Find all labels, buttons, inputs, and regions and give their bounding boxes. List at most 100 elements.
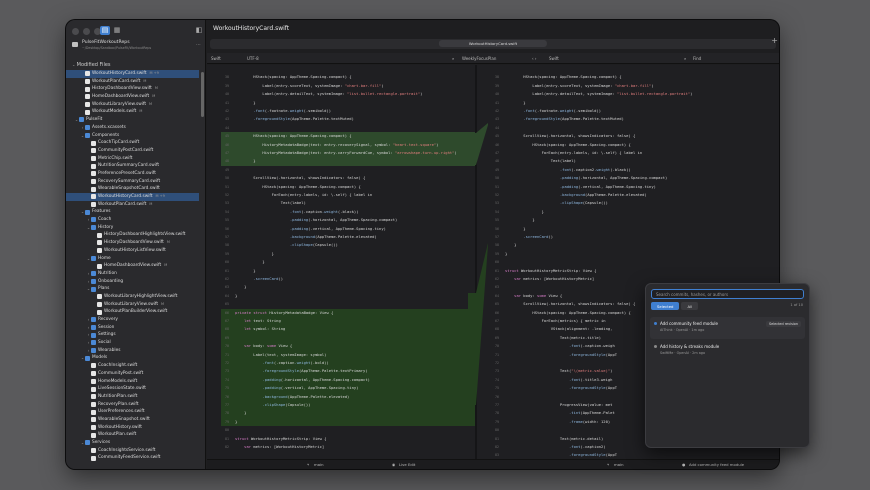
tree-file[interactable]: MetricChip.swift bbox=[66, 155, 199, 163]
tree-file[interactable]: HomeDashboardView.swift M bbox=[66, 93, 199, 101]
code-line[interactable]: 54 .font(.caption.weight(.black)) bbox=[207, 208, 475, 216]
tree-file[interactable]: HistoryDashboardView.swift M bbox=[66, 239, 199, 247]
code-line[interactable]: 57 .background(AppTheme.Palette.elevated… bbox=[207, 233, 475, 241]
tree-file[interactable]: WorkoutModels.swift M bbox=[66, 108, 199, 116]
code-line[interactable]: 52 ForEach(entry.labels, id: \.self) { l… bbox=[207, 191, 475, 199]
tree-file[interactable]: LiveSessionState.swift bbox=[66, 385, 199, 393]
code-line[interactable]: 50 ScrollView(.horizontal, showsIndicato… bbox=[207, 174, 475, 182]
tree-file[interactable]: CommunityFeedService.swift bbox=[66, 454, 199, 462]
code-line[interactable]: 67 let text: String bbox=[207, 317, 475, 325]
code-line[interactable]: 44 bbox=[207, 124, 475, 132]
tree-file[interactable]: HomeDashboardView.swift M bbox=[66, 262, 199, 270]
live-edit-toggle[interactable]: Live Edit bbox=[399, 462, 415, 467]
code-line[interactable]: 62 .screenCard() bbox=[207, 275, 475, 283]
code-line[interactable]: 61 struct WorkoutHistoryMetricStrip: View… bbox=[477, 267, 779, 275]
code-line[interactable]: 51 .padding(.vertical, AppTheme.Spacing.… bbox=[477, 183, 779, 191]
filter-all-tab[interactable]: All bbox=[681, 302, 699, 310]
right-branch-selector[interactable]: main bbox=[614, 462, 624, 467]
tree-folder[interactable]: › Settings bbox=[66, 331, 199, 339]
tree-file[interactable]: UserPreferences.swift bbox=[66, 408, 199, 416]
code-line[interactable]: 50 .padding(.horizontal, AppTheme.Spacin… bbox=[477, 174, 779, 182]
code-line[interactable]: 48 } bbox=[207, 157, 475, 165]
code-line[interactable]: 55 } bbox=[477, 216, 779, 224]
tree-file[interactable]: WorkoutPlanCard.swift M bbox=[66, 78, 199, 86]
code-line[interactable]: 46 HistoryMetadataBadge(text: entry.reco… bbox=[207, 141, 475, 149]
encoding-selector[interactable]: UTF-8 bbox=[247, 56, 259, 61]
code-line[interactable]: 48 Text(label) bbox=[477, 157, 779, 165]
code-line[interactable]: 43 .foregroundStyle(AppTheme.Palette.tex… bbox=[207, 115, 475, 123]
code-line[interactable]: 46 HStack(spacing: AppTheme.Spacing.comp… bbox=[477, 141, 779, 149]
tree-folder[interactable]: ⌄ History bbox=[66, 224, 199, 232]
code-line[interactable]: 47 ForEach(entry.labels, id: \.self) { l… bbox=[477, 149, 779, 157]
code-line[interactable]: 80 bbox=[207, 426, 475, 434]
code-line[interactable]: 73 .foregroundStyle(AppTheme.Palette.tex… bbox=[207, 367, 475, 375]
code-line[interactable]: 66 private struct HistoryMetadataBadge: V… bbox=[207, 309, 475, 317]
tree-file[interactable]: CoachInsight.swift bbox=[66, 362, 199, 370]
tree-file[interactable]: CoachTipCard.swift bbox=[66, 139, 199, 147]
code-line[interactable]: 39 Label(entry.scoreText, systemImage: "… bbox=[207, 82, 475, 90]
tree-file[interactable]: PreferencePresetCard.swift bbox=[66, 170, 199, 178]
code-line[interactable]: 75 .padding(.vertical, AppTheme.Spacing.… bbox=[207, 384, 475, 392]
code-line[interactable]: 81 struct WorkoutHistoryMetricStrip: View… bbox=[207, 435, 475, 443]
code-line[interactable]: 43 .foregroundStyle(AppTheme.Palette.tex… bbox=[477, 115, 779, 123]
branch-selector[interactable]: main bbox=[314, 462, 324, 467]
code-line[interactable]: 45 ScrollView(.horizontal, showsIndicato… bbox=[477, 132, 779, 140]
tree-file[interactable]: CommunityPostCard.swift bbox=[66, 147, 199, 155]
more-icon[interactable]: ⋯ bbox=[196, 42, 201, 48]
commit-item[interactable]: Add community feed module AIThink · OpenA… bbox=[650, 317, 805, 339]
code-line[interactable]: 42 .font(.footnote.weight(.semibold)) bbox=[477, 107, 779, 115]
code-line[interactable]: 51 HStack(spacing: AppTheme.Spacing.comp… bbox=[207, 183, 475, 191]
nav-arrows-icon[interactable]: ‹ › bbox=[532, 56, 536, 61]
right-language-selector[interactable]: Swift bbox=[549, 56, 559, 61]
code-line[interactable]: 77 .clipShape(Capsule()) bbox=[207, 401, 475, 409]
code-line[interactable]: 78 } bbox=[207, 409, 475, 417]
code-line[interactable]: 38 HStack(spacing: AppTheme.Spacing.comp… bbox=[477, 73, 779, 81]
tree-folder[interactable]: ⌄ Models bbox=[66, 354, 199, 362]
code-line[interactable]: 83 .foregroundStyle(AppT bbox=[477, 451, 779, 459]
tree-folder[interactable]: › Social bbox=[66, 339, 199, 347]
sidebar-scrollbar[interactable] bbox=[201, 72, 204, 117]
code-line[interactable]: 63 } bbox=[207, 283, 475, 291]
tree-folder[interactable]: › Assets.xcassets bbox=[66, 124, 199, 132]
tree-file[interactable]: WorkoutHistoryCard.swift M +9 bbox=[66, 70, 199, 78]
tree-folder[interactable]: ⌄ Components bbox=[66, 132, 199, 140]
file-symbol-selector[interactable]: WeeklyFocusPlan bbox=[462, 56, 496, 61]
code-line[interactable]: 38 HStack(spacing: AppTheme.Spacing.comp… bbox=[207, 73, 475, 81]
tree-file[interactable]: WorkoutHistoryListView.swift bbox=[66, 247, 199, 255]
tree-file[interactable]: HistoryDashboardHighlightsView.swift bbox=[66, 231, 199, 239]
tree-file[interactable]: HomeModels.swift bbox=[66, 378, 199, 386]
tree-folder[interactable]: ⌄ Plans bbox=[66, 285, 199, 293]
tree-file[interactable]: WorkoutPlanCard.swift M bbox=[66, 201, 199, 209]
tree-file[interactable]: RecoverySummaryCard.swift bbox=[66, 178, 199, 186]
tree-folder[interactable]: ⌄ Home bbox=[66, 255, 199, 263]
tree-file[interactable]: WearableSnapshotCard.swift bbox=[66, 185, 199, 193]
tree-file[interactable]: NutritionPlan.swift bbox=[66, 393, 199, 401]
code-line[interactable]: 39 Label(entry.scoreText, systemImage: "… bbox=[477, 82, 779, 90]
code-line[interactable]: 65 bbox=[207, 300, 475, 308]
new-tab-icon[interactable]: + bbox=[771, 36, 778, 45]
code-line[interactable] bbox=[207, 65, 475, 73]
code-line[interactable]: 62 var metrics: [WorkoutHistoryMetric] bbox=[477, 275, 779, 283]
code-line[interactable]: 41 } bbox=[477, 99, 779, 107]
commit-search-input[interactable]: Search commits, hashes, or authors bbox=[651, 289, 804, 299]
code-line[interactable]: 49 .font(.caption2.weight(.black)) bbox=[477, 166, 779, 174]
code-line[interactable]: 41 } bbox=[207, 99, 475, 107]
commit-item[interactable]: Add history & streaks module SwiftMe · Op… bbox=[650, 340, 805, 362]
code-line[interactable]: 71 Label(text, systemImage: symbol) bbox=[207, 351, 475, 359]
code-line[interactable]: 60 } bbox=[207, 258, 475, 266]
tab-active[interactable]: WorkoutHistoryCard.swift bbox=[438, 40, 548, 47]
tree-folder[interactable]: › Wearables bbox=[66, 347, 199, 355]
tree-folder[interactable]: › Onboarding bbox=[66, 278, 199, 286]
tree-folder[interactable]: › Coach bbox=[66, 216, 199, 224]
tree-file[interactable]: WorkoutLibraryView.swift M bbox=[66, 101, 199, 109]
tree-file[interactable]: WorkoutLibraryView.swift M bbox=[66, 301, 199, 309]
code-line[interactable]: 74 .padding(.horizontal, AppTheme.Spacin… bbox=[207, 376, 475, 384]
tree-folder[interactable]: ⌄ Services bbox=[66, 439, 199, 447]
grid-icon[interactable]: ▦ bbox=[112, 26, 122, 35]
code-line[interactable] bbox=[477, 65, 779, 73]
code-line[interactable]: 58 } bbox=[477, 241, 779, 249]
code-line[interactable]: 76 .background(AppTheme.Palette.elevated… bbox=[207, 393, 475, 401]
code-line[interactable]: 45 HStack(spacing: AppTheme.Spacing.comp… bbox=[207, 132, 475, 140]
tree-file[interactable]: WorkoutLibraryHighlightView.swift bbox=[66, 293, 199, 301]
code-line[interactable]: 53 Text(label) bbox=[207, 199, 475, 207]
